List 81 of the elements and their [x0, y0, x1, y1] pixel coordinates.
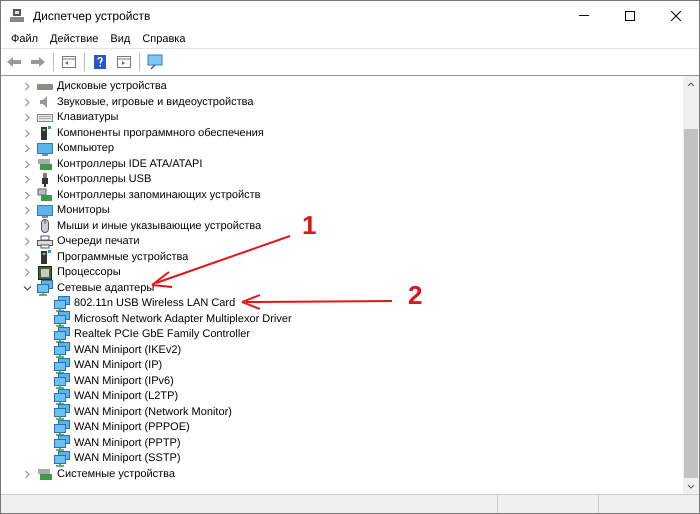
vertical-scrollbar[interactable] [683, 76, 699, 494]
device-item[interactable]: WAN Miniport (Network Monitor) [74, 404, 232, 420]
window-title: Диспетчер устройств [33, 8, 152, 22]
forward-arrow-icon [31, 57, 45, 67]
device-category[interactable]: Сетевые адаптеры [57, 280, 154, 296]
expand-chevron-icon[interactable] [23, 470, 32, 479]
device-category[interactable]: Контроллеры USB [57, 172, 152, 188]
expand-chevron-icon[interactable] [23, 175, 32, 184]
help-icon [92, 54, 108, 70]
device-category[interactable]: Мыши и иные указывающие устройства [57, 218, 262, 234]
network-adapter-icon [54, 373, 70, 390]
expand-chevron-icon[interactable] [23, 128, 32, 138]
device-item[interactable]: WAN Miniport (PPTP) [74, 436, 181, 451]
device-category[interactable]: Системные устройства [57, 466, 176, 482]
disk-drive-icon [37, 84, 53, 90]
network-adapter-icon [54, 388, 70, 405]
device-category[interactable]: Клавиатуры [57, 110, 118, 126]
expand-chevron-icon[interactable] [23, 160, 32, 169]
storage-controller-icon [37, 187, 53, 204]
device-category[interactable]: Компьютер [57, 141, 114, 156]
device-category[interactable]: Мониторы [57, 203, 110, 218]
device-category[interactable]: Контроллеры IDE ATA/ATAPI [57, 156, 202, 172]
network-adapter-icon [54, 326, 70, 343]
annotation-number: 1 [302, 212, 316, 238]
device-category[interactable]: Дисковые устройства [57, 79, 167, 94]
expand-chevron-icon[interactable] [23, 252, 32, 262]
device-item[interactable]: WAN Miniport (L2TP) [74, 389, 178, 404]
device-item[interactable]: 802.11n USB Wireless LAN Card [74, 296, 236, 312]
device-category[interactable]: Очереди печати [57, 234, 140, 250]
device-item[interactable]: WAN Miniport (IP) [74, 358, 162, 374]
network-adapter-icon [54, 358, 70, 374]
maximize-icon [625, 10, 635, 20]
device-category[interactable]: Контроллеры запоминающих устройств [57, 188, 260, 203]
network-adapter-icon [54, 311, 70, 328]
device-item[interactable]: WAN Miniport (IKEv2) [74, 342, 182, 358]
menu-item[interactable]: Файл [5, 30, 44, 48]
back-arrow-icon [7, 57, 21, 67]
menu-item[interactable]: Действие [44, 30, 104, 48]
expand-chevron-icon[interactable] [23, 237, 32, 246]
device-category[interactable]: Программные устройства [57, 250, 188, 265]
network-adapter-icon [54, 435, 70, 452]
expand-chevron-icon[interactable] [23, 82, 32, 92]
expand-chevron-icon[interactable] [23, 268, 32, 278]
expand-chevron-icon[interactable] [23, 222, 32, 231]
monitor-icon [37, 140, 53, 157]
device-manager-icon [9, 8, 25, 24]
monitor-search-icon [147, 54, 163, 70]
expand-chevron-icon[interactable] [23, 144, 32, 154]
menu-item[interactable]: Справка [136, 30, 192, 48]
circuit-board-icon [37, 156, 53, 172]
network-adapter-icon [54, 450, 70, 467]
device-item[interactable]: Microsoft Network Adapter Multiplexor Driver [74, 312, 292, 327]
window-properties-icon [61, 54, 77, 70]
device-item[interactable]: WAN Miniport (IPv6) [74, 374, 174, 389]
network-adapter-icon [54, 296, 70, 312]
device-category[interactable]: Компоненты программного обеспечения [57, 126, 264, 141]
network-adapter-icon [54, 404, 70, 420]
expand-chevron-icon[interactable] [23, 98, 32, 107]
expand-chevron-icon[interactable] [23, 113, 32, 122]
device-item[interactable]: Realtek PCIe GbE Family Controller [74, 327, 250, 342]
annotation-number: 2 [408, 282, 422, 308]
collapse-chevron-icon[interactable] [23, 284, 32, 293]
window-panel-icon [116, 54, 132, 70]
network-adapter-icon [54, 342, 70, 358]
network-adapter-icon [54, 420, 70, 436]
network-adapter-icon [37, 280, 53, 296]
circuit-board-icon [37, 466, 53, 482]
scroll-down-icon[interactable] [687, 484, 695, 488]
device-category[interactable]: Процессоры [57, 265, 121, 280]
device-item[interactable]: WAN Miniport (SSTP) [74, 451, 181, 466]
printer-icon [37, 234, 53, 250]
close-icon [671, 10, 681, 20]
device-category[interactable]: Звуковые, игровые и видеоустройства [57, 94, 254, 110]
menu-item[interactable]: Вид [104, 30, 136, 48]
monitor-icon [37, 202, 53, 219]
minimize-icon [579, 15, 589, 16]
expand-chevron-icon[interactable] [23, 206, 32, 216]
processor-icon [37, 264, 53, 281]
expand-chevron-icon[interactable] [23, 190, 32, 200]
scroll-up-icon[interactable] [687, 82, 695, 86]
device-item[interactable]: WAN Miniport (PPPOE) [74, 420, 190, 436]
